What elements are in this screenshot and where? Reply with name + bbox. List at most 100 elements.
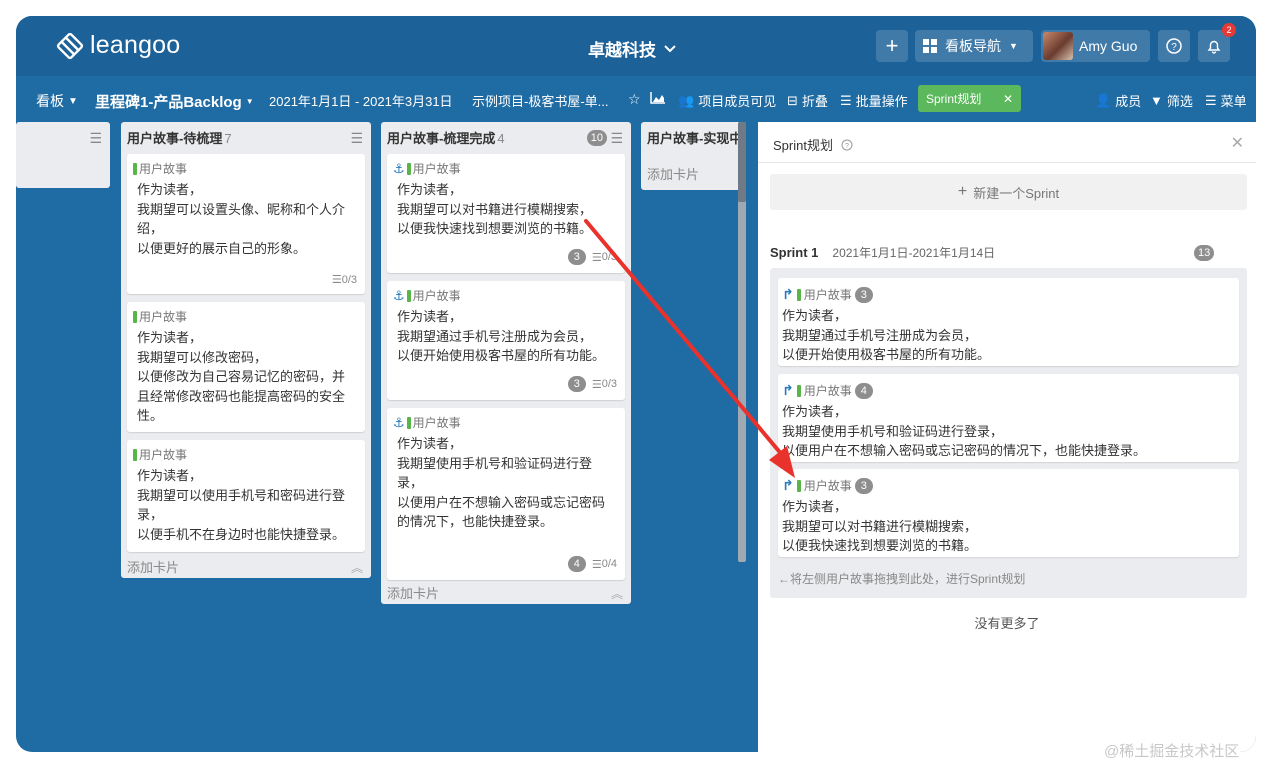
caret-down-icon: ▼ xyxy=(1009,41,1018,51)
board-list: 用户故事-待梳理 7 ☰ 用户故事 作为读者， 我期望可以设置头像、昵称和个人介 … xyxy=(121,122,371,578)
story-points-badge: 4 xyxy=(854,382,873,399)
list-scrollbar-thumb[interactable] xyxy=(738,122,746,202)
story-points-badge: 3 xyxy=(854,477,873,494)
bell-icon xyxy=(1207,40,1221,54)
divider xyxy=(758,162,1256,163)
sprint-story-card[interactable]: ↱ 用户故事 3 作为读者， 我期望通过手机号注册成为会员， 以便开始使用极客书屋的… xyxy=(778,278,1239,366)
card-description: 作为读者， 我期望可以对书籍进行模糊搜索， 以便我快速找到想要浏览的书籍。 xyxy=(397,180,617,239)
checklist-progress: 0/4 xyxy=(601,558,617,570)
panel-title: Sprint规划 ? xyxy=(773,135,853,154)
card-line: 以便开始使用极客书屋的所有功能。 xyxy=(782,347,991,362)
add-card-button[interactable]: 添加卡片 xyxy=(647,164,699,183)
list-menu-icon[interactable]: ☰ xyxy=(89,130,102,147)
card-line: 作为读者， xyxy=(782,499,848,514)
checklist-progress: 0/3 xyxy=(601,378,617,390)
list-menu-icon[interactable]: ☰ xyxy=(350,130,363,147)
card-description: 作为读者， 我期望使用手机号和验证码进行登 录， 以便用户在不想输入密码或忘记密… xyxy=(397,434,617,532)
story-tag: ↱ 用户故事 3 xyxy=(782,477,873,494)
story-card[interactable]: ⚓ 用户故事 作为读者， 我期望可以对书籍进行模糊搜索， 以便我快速找到想要浏览的… xyxy=(387,154,625,273)
list-card-count: 7 xyxy=(224,131,232,146)
checklist-icon: ☰ xyxy=(331,274,342,286)
close-icon[interactable]: ✕ xyxy=(1231,133,1244,153)
card-description: 作为读者， 我期望可以设置头像、昵称和个人介 绍， 以便更好的展示自己的形象。 xyxy=(137,180,357,258)
list-menu-icon[interactable]: ☰ xyxy=(610,130,623,147)
user-icon: 👤 xyxy=(1095,92,1112,108)
sprint-planning-label: Sprint规划 xyxy=(926,92,982,106)
list-title[interactable]: 用户故事-梳理完成 4 xyxy=(387,128,505,147)
batch-label: 批量操作 xyxy=(855,94,908,109)
story-card[interactable]: 用户故事 作为读者， 我期望可以设置头像、昵称和个人介 绍， 以便更好的展示自己… xyxy=(127,154,365,294)
story-card[interactable]: 用户故事 作为读者， 我期望可以修改密码， 以便修改为自己容易记忆的密码，并 且… xyxy=(127,302,365,432)
sprint-planning-toggle[interactable]: Sprint规划 ✕ xyxy=(918,85,1021,112)
card-description: 作为读者， 我期望可以使用手机号和密码进行登 录， 以便手机不在身边时也能快捷登… xyxy=(137,466,357,544)
new-sprint-button[interactable]: + 新建一个Sprint xyxy=(770,174,1247,210)
add-card-button[interactable]: 添加卡片 xyxy=(127,557,179,576)
card-line: 作为读者， xyxy=(137,468,203,483)
story-tag-label: 用户故事 xyxy=(803,479,852,493)
sprint-story-card[interactable]: ↱ 用户故事 3 作为读者， 我期望可以对书籍进行模糊搜索， 以便我快速找到想要浏览… xyxy=(778,469,1239,557)
wip-limit-badge: 10 xyxy=(586,130,607,146)
card-line: 作为读者， xyxy=(782,308,848,323)
story-tag-label: 用户故事 xyxy=(803,288,852,302)
card-line: 以便我快速找到想要浏览的书籍。 xyxy=(397,221,593,236)
card-meta: 3 ☰ 0/3 xyxy=(567,249,617,265)
chart-icon[interactable] xyxy=(650,91,666,104)
question-icon[interactable]: ? xyxy=(841,139,853,151)
list-title[interactable]: 用户故事-实现中 xyxy=(647,128,742,147)
story-points-badge: 4 xyxy=(567,556,586,572)
card-line: 我期望可以对书籍进行模糊搜索， xyxy=(782,518,978,534)
help-button[interactable]: ? xyxy=(1158,30,1190,62)
collapse-up-icon[interactable]: ︽ xyxy=(351,559,363,576)
story-tag: ↱ 用户故事 4 xyxy=(782,382,873,399)
story-tag: ⚓ 用户故事 xyxy=(393,160,461,177)
members-label: 成员 xyxy=(1115,94,1142,109)
card-line: 以便用户在不想输入密码或忘记密码的情况下，也能快捷登录。 xyxy=(782,443,1147,458)
add-card-button[interactable]: 添加卡片 xyxy=(387,583,439,602)
panel-title-text: Sprint规划 xyxy=(773,138,833,153)
logo[interactable]: leangoo xyxy=(56,31,180,60)
card-line: 以便修改为自己容易记忆的密码，并 xyxy=(137,369,346,384)
close-icon[interactable]: ✕ xyxy=(1003,92,1013,106)
card-description: 作为读者， 我期望可以对书籍进行模糊搜索， 以便我快速找到想要浏览的书籍。 xyxy=(782,497,977,556)
visibility-label: 项目成员可见 xyxy=(698,94,777,109)
anchor-icon: ⚓ xyxy=(393,160,405,176)
project-link[interactable]: 示例项目-极客书屋-单... xyxy=(472,91,609,110)
collapse-up-icon[interactable]: ︽ xyxy=(611,585,623,602)
logo-text: leangoo xyxy=(90,31,181,59)
batch-operation-button[interactable]: ☰ 批量操作 xyxy=(840,91,908,110)
story-tag-label: 用户故事 xyxy=(139,448,188,462)
hamburger-icon: ☰ xyxy=(1205,92,1217,108)
filter-label: 筛选 xyxy=(1166,94,1193,109)
board-list: 用户故事-实现中 添加卡片 xyxy=(641,122,746,190)
share-icon: ↱ xyxy=(782,286,794,302)
anchor-icon: ⚓ xyxy=(393,287,405,303)
board-title[interactable]: 里程碑1-产品Backlog ▼ xyxy=(95,91,254,112)
story-card[interactable]: 用户故事 作为读者， 我期望可以使用手机号和密码进行登 录， 以便手机不在身边时… xyxy=(127,440,365,552)
sprint-header[interactable]: Sprint 1 2021年1月1日-2021年1月14日 xyxy=(770,244,995,261)
board-title-label: 里程碑1-产品Backlog xyxy=(95,94,242,111)
board-nav-button[interactable]: 看板导航 ▼ xyxy=(915,30,1033,62)
add-button[interactable]: + xyxy=(876,30,908,62)
star-icon[interactable]: ☆ xyxy=(628,91,641,108)
members-button[interactable]: 👤 成员 xyxy=(1095,91,1141,110)
menu-button[interactable]: ☰ 菜单 xyxy=(1205,91,1247,110)
card-line: 作为读者， xyxy=(397,436,463,451)
user-menu[interactable]: Amy Guo xyxy=(1041,30,1150,62)
sprint-story-card[interactable]: ↱ 用户故事 4 作为读者， 我期望使用手机号和验证码进行登录， 以便用户在不想输入… xyxy=(778,374,1239,462)
fold-button[interactable]: ⊟ 折叠 xyxy=(787,91,828,110)
story-card[interactable]: ⚓ 用户故事 作为读者， 我期望通过手机号注册成为会员， 以便开始使用极客书屋的所… xyxy=(387,281,625,400)
sprint-dropzone[interactable]: ↱ 用户故事 3 作为读者， 我期望通过手机号注册成为会员， 以便开始使用极客书屋的… xyxy=(770,268,1247,598)
story-type-marker xyxy=(406,289,411,302)
story-card[interactable]: ⚓ 用户故事 作为读者， 我期望使用手机号和验证码进行登 录， 以便用户在不想输入… xyxy=(387,408,625,580)
list-title[interactable]: 用户故事-待梳理 7 xyxy=(127,128,232,147)
org-switcher[interactable]: 卓越科技 xyxy=(588,36,676,61)
board-date-range[interactable]: 2021年1月1日 - 2021年3月31日 xyxy=(269,91,453,110)
card-line: 我期望使用手机号和验证码进行登 xyxy=(397,455,593,471)
filter-button[interactable]: ▼ 筛选 xyxy=(1150,91,1193,110)
board-menu[interactable]: 看板 ▼ xyxy=(36,91,78,111)
sprint-points-badge: 13 xyxy=(1194,245,1215,261)
visibility-setting[interactable]: 👥 项目成员可见 xyxy=(678,91,776,110)
story-points-badge: 3 xyxy=(854,286,873,303)
leangoo-logo-icon xyxy=(56,32,84,59)
sprint-dates: 2021年1月1日-2021年1月14日 xyxy=(832,246,996,260)
